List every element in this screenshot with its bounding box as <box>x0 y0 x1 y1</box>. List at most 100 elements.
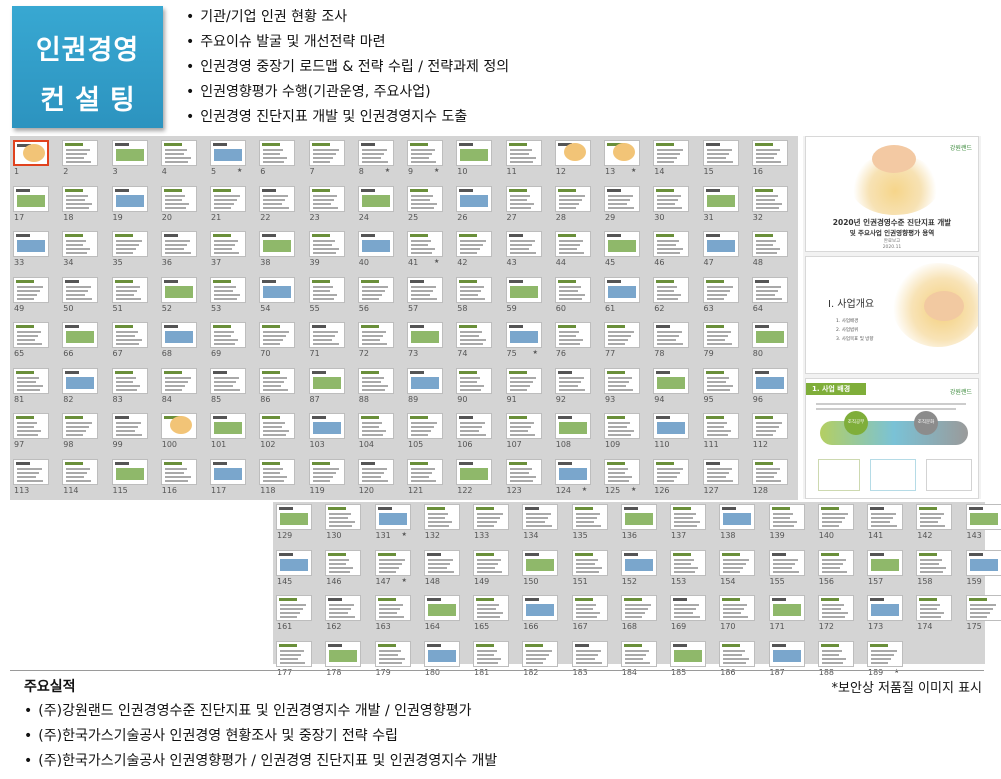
slide-thumbnail[interactable]: 52 <box>158 273 207 319</box>
slide-thumbnail[interactable]: 134 <box>519 500 568 546</box>
slide-thumbnail[interactable]: 70 <box>256 318 305 364</box>
slide-thumbnail[interactable]: 137 <box>667 500 716 546</box>
slide-thumbnail[interactable]: 80 <box>749 318 798 364</box>
slide-thumbnail[interactable]: 183 <box>569 637 618 683</box>
slide-thumbnail[interactable]: 185 <box>667 637 716 683</box>
slide-thumbnail[interactable]: 129 <box>273 500 322 546</box>
slide-sorter-panel-a[interactable]: 1 2 3 4 5 ★ 6 7 8 ★ 9 ★ 10 11 12 13 ★ 14 15 16 17 18 19 20 21 22 2… <box>10 136 798 500</box>
slide-thumbnail[interactable]: 161 <box>273 591 322 637</box>
slide-thumbnail[interactable]: 102 <box>256 409 305 455</box>
slide-thumbnail[interactable]: 112 <box>749 409 798 455</box>
slide-thumbnail[interactable]: 93 <box>601 364 650 410</box>
slide-thumbnail[interactable]: 122 <box>453 455 502 501</box>
slide-thumbnail[interactable]: 151 <box>569 546 618 592</box>
slide-thumbnail[interactable]: 181 <box>470 637 519 683</box>
slide-thumbnail[interactable]: 131 ★ <box>372 500 421 546</box>
slide-thumbnail[interactable]: 113 <box>10 455 59 501</box>
slide-thumbnail[interactable]: 109 <box>601 409 650 455</box>
slide-thumbnail[interactable]: 44 <box>552 227 601 273</box>
slide-thumbnail[interactable]: 66 <box>59 318 108 364</box>
slide-thumbnail[interactable]: 26 <box>453 182 502 228</box>
slide-thumbnail[interactable]: 158 <box>913 546 962 592</box>
slide-thumbnail[interactable]: 179 <box>372 637 421 683</box>
slide-thumbnail[interactable]: 65 <box>10 318 59 364</box>
slide-thumbnail[interactable]: 177 <box>273 637 322 683</box>
slide-thumbnail[interactable]: 81 <box>10 364 59 410</box>
slide-thumbnail[interactable]: 88 <box>355 364 404 410</box>
slide-thumbnail[interactable]: 69 <box>207 318 256 364</box>
slide-thumbnail[interactable]: 40 <box>355 227 404 273</box>
slide-thumbnail[interactable]: 123 <box>503 455 552 501</box>
slide-thumbnail[interactable]: 74 <box>453 318 502 364</box>
slide-thumbnail[interactable]: 31 <box>700 182 749 228</box>
slide-thumbnail[interactable]: 27 <box>503 182 552 228</box>
slide-thumbnail[interactable]: 145 <box>273 546 322 592</box>
slide-thumbnail[interactable]: 34 <box>59 227 108 273</box>
slide-thumbnail[interactable]: 64 <box>749 273 798 319</box>
slide-thumbnail[interactable]: 20 <box>158 182 207 228</box>
slide-thumbnail[interactable]: 107 <box>503 409 552 455</box>
slide-thumbnail[interactable]: 150 <box>519 546 568 592</box>
slide-thumbnail[interactable]: 12 <box>552 136 601 182</box>
slide-thumbnail[interactable]: 95 <box>700 364 749 410</box>
slide-thumbnail[interactable]: 101 <box>207 409 256 455</box>
slide-thumbnail[interactable]: 157 <box>864 546 913 592</box>
slide-thumbnail[interactable]: 4 <box>158 136 207 182</box>
slide-thumbnail[interactable]: 9 ★ <box>404 136 453 182</box>
slide-thumbnail[interactable]: 13 ★ <box>601 136 650 182</box>
slide-thumbnail[interactable]: 116 <box>158 455 207 501</box>
slide-thumbnail[interactable]: 168 <box>618 591 667 637</box>
slide-thumbnail[interactable]: 16 <box>749 136 798 182</box>
slide-thumbnail[interactable]: 35 <box>109 227 158 273</box>
slide-thumbnail[interactable]: 1 <box>10 136 59 182</box>
slide-thumbnail[interactable]: 152 <box>618 546 667 592</box>
slide-thumbnail[interactable]: 162 <box>322 591 371 637</box>
slide-thumbnail[interactable]: 2 <box>59 136 108 182</box>
slide-thumbnail[interactable]: 10 <box>453 136 502 182</box>
slide-thumbnail[interactable]: 139 <box>766 500 815 546</box>
slide-thumbnail[interactable]: 23 <box>306 182 355 228</box>
slide-thumbnail[interactable]: 3 <box>109 136 158 182</box>
slide-thumbnail[interactable]: 171 <box>766 591 815 637</box>
slide-thumbnail[interactable]: 19 <box>109 182 158 228</box>
slide-thumbnail[interactable]: 84 <box>158 364 207 410</box>
slide-thumbnail[interactable]: 128 <box>749 455 798 501</box>
slide-thumbnail[interactable]: 75 ★ <box>503 318 552 364</box>
slide-thumbnail[interactable]: 133 <box>470 500 519 546</box>
slide-thumbnail[interactable]: 173 <box>864 591 913 637</box>
slide-thumbnail[interactable]: 108 <box>552 409 601 455</box>
slide-sorter-panel-b[interactable]: 129 130 131 ★ 132 133 134 135 136 137 138 139 140 141… <box>273 500 1001 677</box>
slide-thumbnail[interactable]: 32 <box>749 182 798 228</box>
slide-thumbnail[interactable]: 5 ★ <box>207 136 256 182</box>
slide-thumbnail[interactable]: 94 <box>650 364 699 410</box>
slide-thumbnail[interactable]: 187 <box>766 637 815 683</box>
slide-thumbnail[interactable]: 63 <box>700 273 749 319</box>
slide-thumbnail[interactable]: 110 <box>650 409 699 455</box>
slide-thumbnail[interactable]: 55 <box>306 273 355 319</box>
slide-thumbnail[interactable]: 68 <box>158 318 207 364</box>
slide-thumbnail[interactable]: 99 <box>109 409 158 455</box>
slide-thumbnail[interactable]: 45 <box>601 227 650 273</box>
slide-thumbnail[interactable]: 135 <box>569 500 618 546</box>
slide-thumbnail[interactable]: 59 <box>503 273 552 319</box>
slide-thumbnail[interactable]: 120 <box>355 455 404 501</box>
slide-thumbnail[interactable]: 96 <box>749 364 798 410</box>
slide-thumbnail[interactable]: 143 <box>963 500 1001 546</box>
slide-thumbnail[interactable]: 146 <box>322 546 371 592</box>
slide-thumbnail[interactable]: 30 <box>650 182 699 228</box>
slide-thumbnail[interactable]: 148 <box>421 546 470 592</box>
slide-thumbnail[interactable]: 130 <box>322 500 371 546</box>
preview-content-slide[interactable]: 1. 사업 배경 강원랜드 조직공부 조직문화 <box>805 378 979 499</box>
slide-thumbnail[interactable]: 111 <box>700 409 749 455</box>
slide-thumbnail[interactable]: 28 <box>552 182 601 228</box>
slide-thumbnail[interactable]: 132 <box>421 500 470 546</box>
slide-thumbnail[interactable]: 72 <box>355 318 404 364</box>
slide-thumbnail[interactable]: 121 <box>404 455 453 501</box>
slide-thumbnail[interactable]: 41 ★ <box>404 227 453 273</box>
slide-thumbnail[interactable]: 38 <box>256 227 305 273</box>
slide-thumbnail[interactable]: 98 <box>59 409 108 455</box>
slide-thumbnail[interactable]: 6 <box>256 136 305 182</box>
slide-thumbnail[interactable]: 60 <box>552 273 601 319</box>
slide-thumbnail[interactable]: 127 <box>700 455 749 501</box>
slide-thumbnail[interactable]: 189 ★ <box>864 637 913 683</box>
